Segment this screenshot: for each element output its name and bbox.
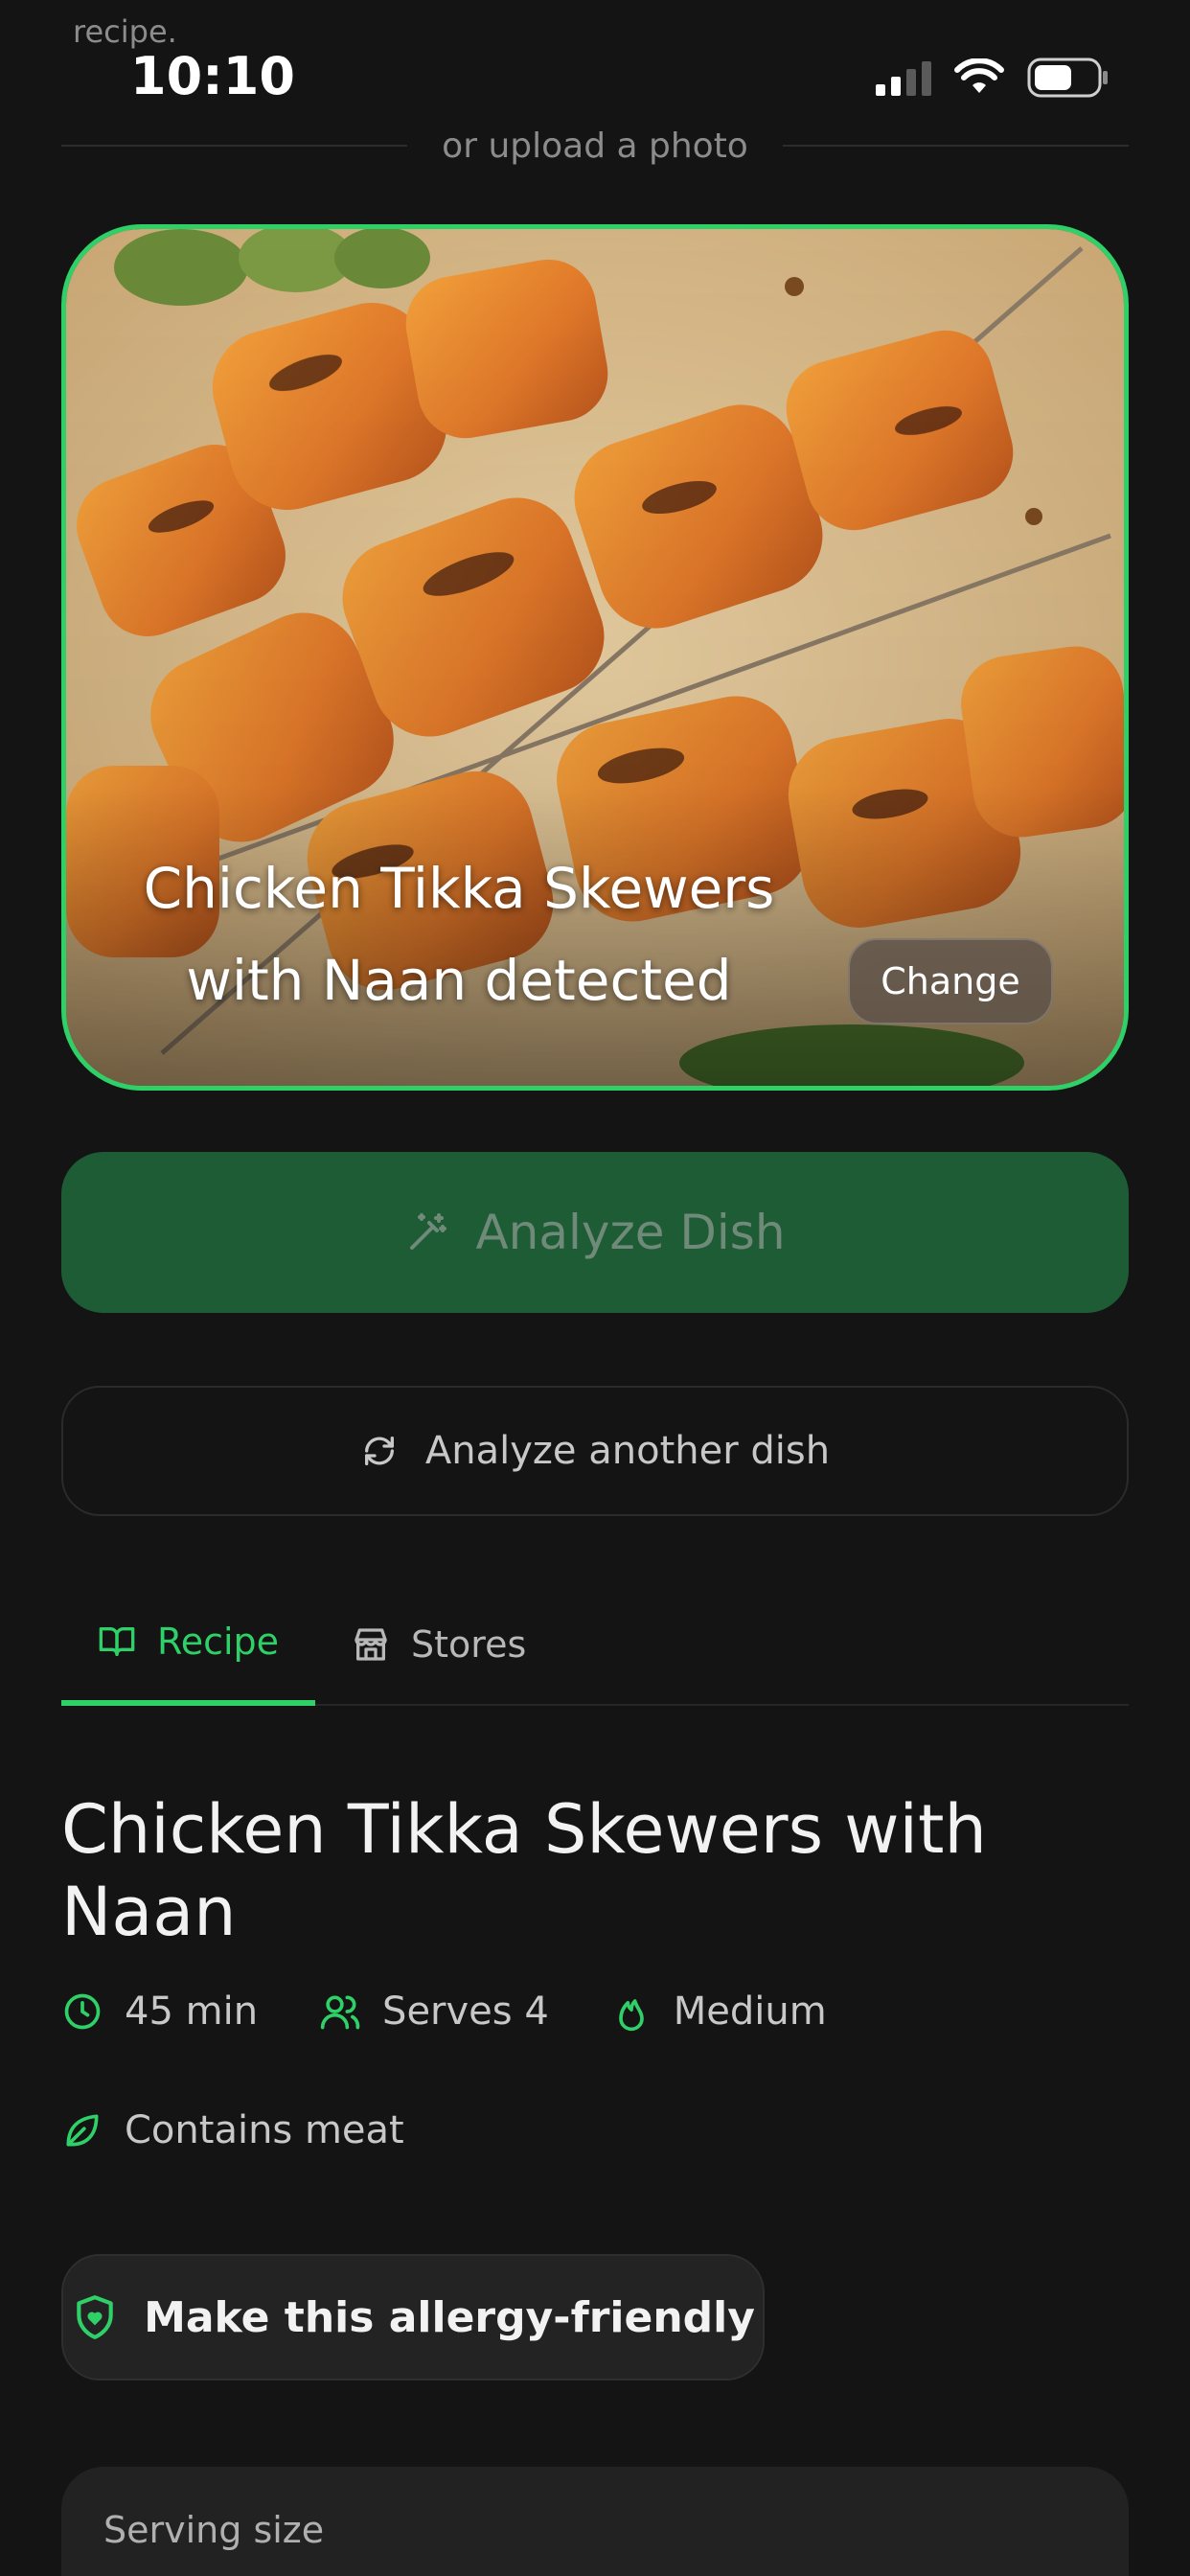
allergy-friendly-button[interactable]: Make this allergy-friendly [61,2254,765,2380]
refresh-icon [364,1437,394,1465]
battery-icon [1027,58,1108,98]
status-icons [876,58,1110,98]
cook-time: 45 min [61,1990,258,2034]
divider-line-right [782,145,1130,147]
tab-stores-label: Stores [411,1623,527,1666]
analyze-another-button[interactable]: Analyze another dish [61,1386,1129,1516]
clock-icon [64,1993,101,2030]
leaf-icon [66,2114,99,2147]
change-photo-button[interactable]: Change [848,938,1053,1024]
allergy-friendly-label: Make this allergy-friendly [144,2292,755,2342]
analyze-dish-button[interactable]: Analyze Dish [61,1152,1129,1313]
status-time: 10:10 [130,46,295,106]
tab-bar: Recipe Stores [61,1598,1129,1706]
detected-dish-text: Chicken Tikka Skewers with Naan detected [124,842,794,1026]
servings-value: Serves 4 [382,1990,549,2034]
magic-wand-icon [410,1213,447,1250]
serving-size-card: Serving size [61,2467,1129,2576]
analyze-dish-label: Analyze Dish [475,1205,786,1260]
upload-photo-text[interactable]: or upload a photo [442,126,748,166]
book-icon [99,1627,135,1656]
tab-recipe-label: Recipe [157,1621,280,1663]
diet-info: Contains meat [61,2108,404,2152]
tab-stores[interactable]: Stores [315,1598,562,1706]
servings: Serves 4 [319,1990,549,2034]
truncated-text: recipe. [73,13,177,50]
tab-recipe[interactable]: Recipe [61,1598,316,1706]
shield-heart-icon [77,2295,113,2339]
detected-line-2: with Naan detected [186,948,732,1013]
difficulty-value: Medium [673,1990,827,2034]
serving-size-label: Serving size [103,2509,325,2551]
flame-icon [618,1999,644,2032]
divider-line-left [61,145,408,147]
wifi-icon [954,58,1004,93]
diet-value: Contains meat [125,2108,404,2152]
upload-divider: or upload a photo [61,119,1130,172]
analyze-another-label: Analyze another dish [424,1429,831,1473]
cellular-signal-icon [876,59,931,96]
store-icon [355,1628,387,1661]
recipe-meta: 45 min Serves 4 Medium [61,1990,827,2034]
cook-time-value: 45 min [125,1990,259,2034]
difficulty: Medium [610,1990,827,2034]
dish-photo-card[interactable]: Chicken Tikka Skewers with Naan detected… [61,224,1129,1091]
detected-line-1: Chicken Tikka Skewers [143,856,775,921]
recipe-title: Chicken Tikka Skewers with Naan [61,1790,987,1951]
users-icon [320,1995,360,2030]
